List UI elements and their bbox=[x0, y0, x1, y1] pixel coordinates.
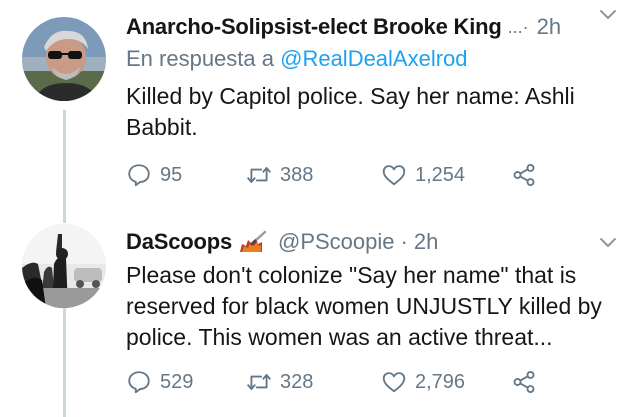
reply-count: 95 bbox=[160, 163, 183, 186]
chevron-down-icon[interactable] bbox=[598, 232, 618, 252]
share-button[interactable] bbox=[511, 369, 537, 395]
reply-bubble-icon bbox=[128, 164, 150, 187]
tweet-actions: 529 328 2,796 bbox=[126, 367, 640, 397]
name-ellipsis: ...· bbox=[507, 16, 529, 37]
avatar-photo bbox=[22, 224, 106, 308]
heart-icon bbox=[382, 372, 406, 393]
tweet-header: DaScoops @PScoopie · 2h bbox=[126, 227, 640, 257]
retweet-button[interactable]: 328 bbox=[246, 369, 313, 395]
author-name[interactable]: Anarcho-Solipsist-elect Brooke King bbox=[126, 14, 502, 40]
tweet-text: Please don't colonize "Say her name" tha… bbox=[126, 262, 602, 350]
tweet[interactable]: Anarcho-Solipsist-elect Brooke King ...·… bbox=[0, 0, 640, 210]
avatar-photo bbox=[22, 17, 106, 101]
reply-button[interactable]: 95 bbox=[126, 162, 182, 188]
tweet[interactable]: DaScoops @PScoopie · 2h Please don't col… bbox=[0, 210, 640, 417]
reply-mention-link[interactable]: @RealDealAxelrod bbox=[280, 46, 467, 71]
share-button[interactable] bbox=[511, 162, 537, 188]
timestamp[interactable]: 2h bbox=[414, 229, 438, 255]
tweet-text: Killed by Capitol police. Say her name: … bbox=[126, 83, 575, 140]
avatar[interactable] bbox=[22, 17, 106, 101]
retweet-icon bbox=[247, 167, 271, 183]
retweet-button[interactable]: 388 bbox=[246, 162, 313, 188]
like-button[interactable]: 2,796 bbox=[381, 369, 465, 395]
tweet-actions: 95 388 1,254 bbox=[126, 160, 640, 190]
reply-bubble-icon bbox=[128, 371, 150, 394]
meta-separator: · bbox=[400, 229, 408, 254]
paint-brush-emoji-icon bbox=[239, 230, 267, 252]
reply-count: 529 bbox=[160, 370, 194, 393]
heart-icon bbox=[382, 165, 406, 186]
chevron-down-icon[interactable] bbox=[598, 4, 618, 24]
reply-prefix: En respuesta a bbox=[126, 46, 274, 71]
timestamp[interactable]: 2h bbox=[537, 14, 561, 40]
author-name[interactable]: DaScoops bbox=[126, 229, 232, 255]
avatar[interactable] bbox=[22, 224, 106, 308]
retweet-count: 388 bbox=[280, 163, 314, 186]
like-count: 1,254 bbox=[415, 163, 466, 186]
like-button[interactable]: 1,254 bbox=[381, 162, 465, 188]
author-handle[interactable]: @PScoopie bbox=[278, 229, 395, 255]
reply-context: En respuesta a @RealDealAxelrod bbox=[126, 46, 468, 72]
share-icon bbox=[513, 164, 535, 186]
retweet-count: 328 bbox=[280, 370, 314, 393]
like-count: 2,796 bbox=[415, 370, 466, 393]
tweet-header: Anarcho-Solipsist-elect Brooke King ...·… bbox=[126, 12, 640, 42]
share-icon bbox=[513, 371, 535, 393]
retweet-icon bbox=[247, 374, 271, 390]
reply-button[interactable]: 529 bbox=[126, 369, 193, 395]
